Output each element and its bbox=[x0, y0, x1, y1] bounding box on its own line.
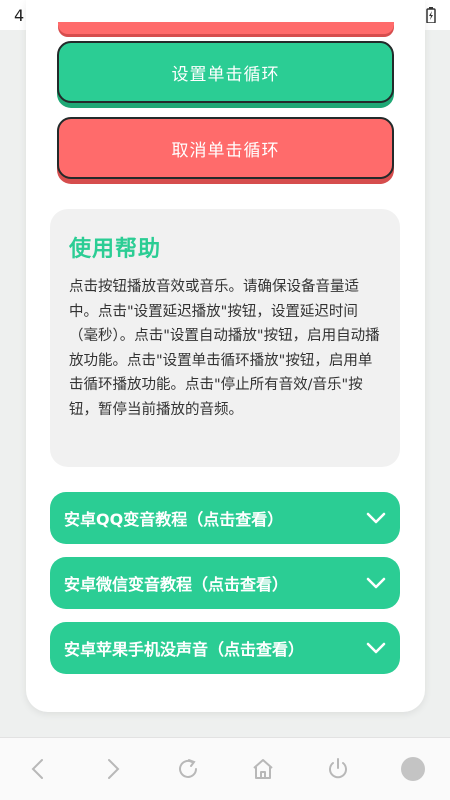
accordion-label: 安卓微信变音教程（点击查看） bbox=[64, 575, 289, 594]
forward-icon[interactable] bbox=[96, 752, 130, 786]
chevron-down-icon bbox=[366, 642, 386, 654]
set-loop-button[interactable]: 设置单击循环 bbox=[57, 41, 394, 103]
accordion-no-sound[interactable]: 安卓苹果手机没声音（点击查看） bbox=[50, 622, 400, 674]
accordion-label: 安卓苹果手机没声音（点击查看） bbox=[64, 640, 305, 659]
partial-red-button[interactable] bbox=[58, 22, 394, 34]
accordion-wechat-tutorial[interactable]: 安卓微信变音教程（点击查看） bbox=[50, 557, 400, 609]
home-icon[interactable] bbox=[246, 752, 280, 786]
power-icon[interactable] bbox=[321, 752, 355, 786]
help-text: 点击按钮播放音效或音乐。请确保设备音量适中。点击"设置延迟播放"按钮，设置延迟时… bbox=[69, 279, 380, 418]
refresh-icon[interactable] bbox=[171, 752, 205, 786]
chevron-down-icon bbox=[366, 577, 386, 589]
browser-nav-bar bbox=[0, 737, 450, 800]
back-icon[interactable] bbox=[21, 752, 55, 786]
help-panel: 使用帮助 点击按钮播放音效或音乐。请确保设备音量适中。点击"设置延迟播放"按钮，… bbox=[50, 209, 400, 467]
battery-icon bbox=[426, 7, 436, 23]
chevron-down-icon bbox=[366, 512, 386, 524]
menu-circle-icon[interactable] bbox=[396, 752, 430, 786]
help-title: 使用帮助 bbox=[69, 237, 162, 262]
accordion-qq-tutorial[interactable]: 安卓QQ变音教程（点击查看） bbox=[50, 492, 400, 544]
cancel-loop-button[interactable]: 取消单击循环 bbox=[57, 117, 394, 179]
accordion-label: 安卓QQ变音教程（点击查看） bbox=[64, 510, 284, 529]
